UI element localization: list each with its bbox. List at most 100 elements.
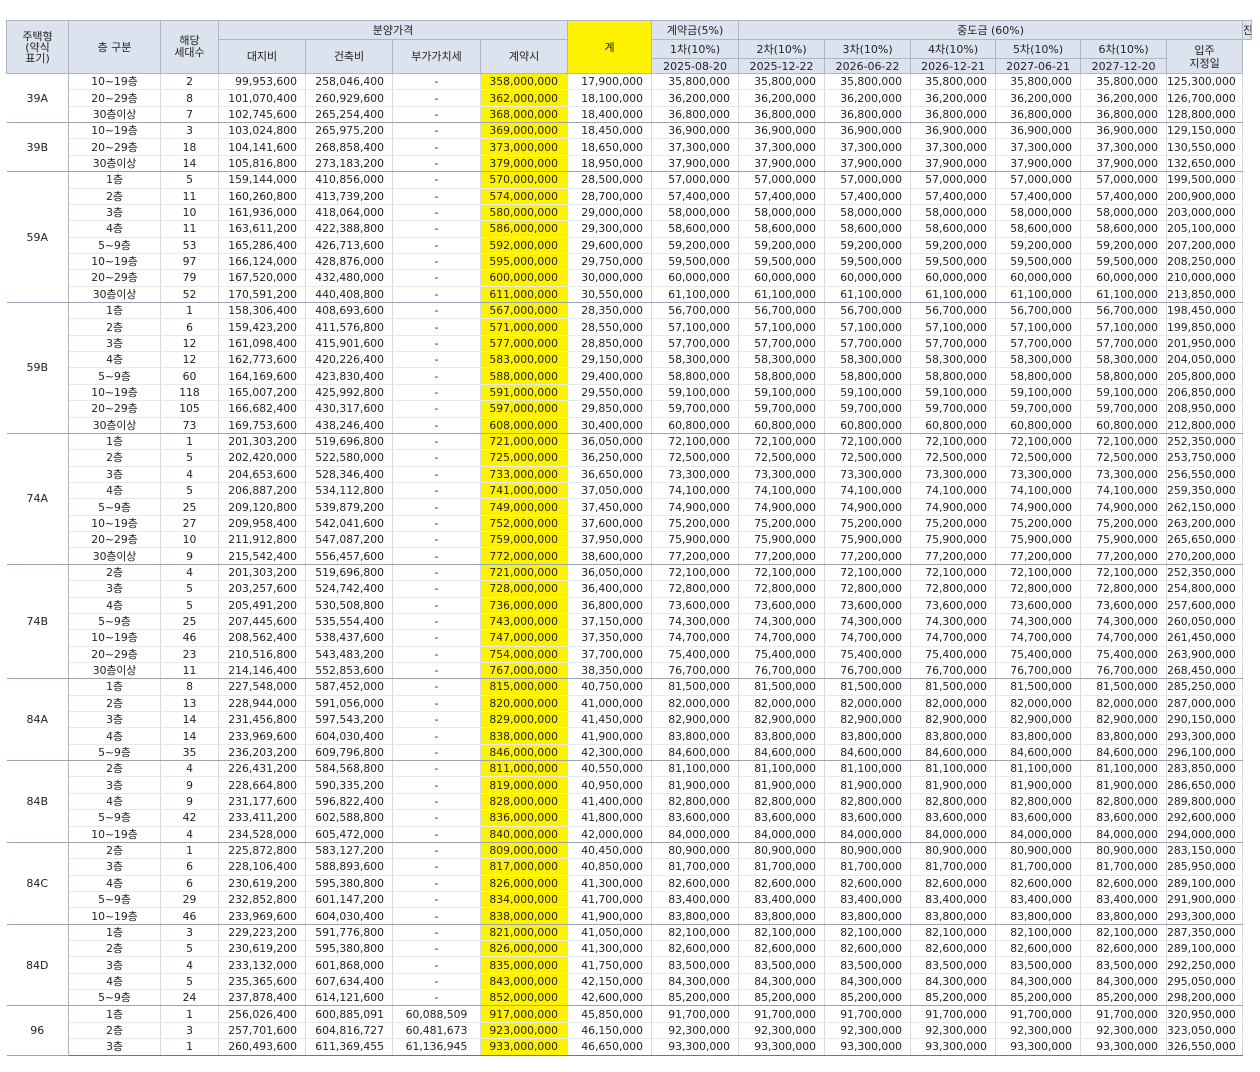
units-cell: 14 xyxy=(160,727,219,745)
vat-cell: - xyxy=(392,629,481,647)
floor-cell: 2층 xyxy=(68,564,161,582)
interim-payment-cell: 58,800,000 xyxy=(995,367,1082,385)
units-cell: 12 xyxy=(160,335,219,353)
land-cost-cell: 210,516,800 xyxy=(218,646,306,663)
table-row: 30층이상 11 214,146,400 552,853,600-767,000,00… xyxy=(7,662,1252,680)
building-cost-cell: 542,041,600 xyxy=(305,515,393,533)
units-cell: 5 xyxy=(160,940,219,958)
interim-payment-cell: 58,300,000 xyxy=(995,351,1082,369)
total-price-cell: 767,000,000 xyxy=(480,662,569,680)
interim-payment-cell: 75,900,000 xyxy=(738,531,826,549)
interim-payment-cell: 82,600,000 xyxy=(1080,940,1168,958)
floor-cell: 20~29층 xyxy=(68,269,161,287)
land-cost-cell: 166,124,000 xyxy=(218,253,306,271)
table-row: 3층 9 228,664,800 590,335,200-819,000,000 40,… xyxy=(7,776,1252,794)
table-row: 2층 5 202,420,000 522,580,000-725,000,000 36,… xyxy=(7,449,1252,467)
land-cost-cell: 162,773,600 xyxy=(218,351,306,369)
interim-payment-cell: 82,100,000 xyxy=(738,924,826,942)
deposit-cell: 17,900,000 xyxy=(567,73,653,91)
interim-payment-cell: 58,600,000 xyxy=(738,220,826,238)
housing-type-cell: 39B xyxy=(6,122,69,173)
interim-payment-cell: 72,500,000 xyxy=(738,449,826,467)
units-cell: 9 xyxy=(160,547,219,565)
interim-payment-cell: 36,800,000 xyxy=(1080,106,1168,124)
interim-payment-cell: 57,400,000 xyxy=(824,188,912,205)
building-cost-cell: 413,739,200 xyxy=(305,188,393,205)
interim-payment-cell: 81,900,000 xyxy=(824,776,912,794)
deposit-cell: 36,400,000 xyxy=(567,580,653,598)
land-cost-cell: 164,169,600 xyxy=(218,367,306,385)
interim-payment-cell: 60,800,000 xyxy=(1080,417,1168,434)
housing-type-cell: 74A xyxy=(6,433,69,565)
header-total: 계 xyxy=(567,20,653,74)
floor-cell: 5~9층 xyxy=(68,498,161,516)
interim-payment-cell: 37,300,000 xyxy=(824,138,912,156)
vat-cell: - xyxy=(392,662,481,680)
vat-cell: - xyxy=(392,122,481,140)
interim-payment-cell: 73,300,000 xyxy=(738,466,826,483)
units-cell: 9 xyxy=(160,793,219,811)
vat-cell: - xyxy=(392,891,481,909)
building-cost-cell: 260,929,600 xyxy=(305,89,393,107)
floor-cell: 3층 xyxy=(68,1038,161,1056)
header-installment-date: 2027-12-20 xyxy=(1080,58,1168,74)
interim-payment-cell: 77,200,000 xyxy=(651,547,740,565)
land-cost-cell: 232,852,800 xyxy=(218,891,306,909)
vat-cell: - xyxy=(392,498,481,516)
land-cost-cell: 207,445,600 xyxy=(218,613,306,631)
land-cost-cell: 229,223,200 xyxy=(218,924,306,942)
interim-payment-cell: 59,500,000 xyxy=(995,253,1082,271)
units-cell: 7 xyxy=(160,106,219,124)
interim-payment-cell: 81,100,000 xyxy=(651,760,740,778)
balance-cell: 128,800,000 xyxy=(1166,106,1244,124)
interim-payment-cell: 82,800,000 xyxy=(651,793,740,811)
land-cost-cell: 160,260,800 xyxy=(218,188,306,205)
table-row: 10~19층 27 209,958,400 542,041,600-752,000,0… xyxy=(7,515,1252,533)
total-price-cell: 721,000,000 xyxy=(480,564,569,582)
table-row: 4층 9 231,177,600 596,822,400-828,000,000 41,… xyxy=(7,793,1252,811)
interim-payment-cell: 76,700,000 xyxy=(651,662,740,680)
interim-payment-cell: 83,600,000 xyxy=(738,809,826,827)
units-cell: 42 xyxy=(160,809,219,827)
interim-payment-cell: 82,600,000 xyxy=(995,940,1082,958)
floor-cell: 4층 xyxy=(68,220,161,238)
building-cost-cell: 426,713,600 xyxy=(305,237,393,254)
floor-cell: 3층 xyxy=(68,858,161,876)
building-cost-cell: 519,696,800 xyxy=(305,564,393,582)
interim-payment-cell: 35,800,000 xyxy=(1080,73,1168,91)
vat-cell: - xyxy=(392,858,481,876)
interim-payment-cell: 61,100,000 xyxy=(824,286,912,304)
building-cost-cell: 535,554,400 xyxy=(305,613,393,631)
vat-cell: - xyxy=(392,318,481,336)
vat-cell: - xyxy=(392,564,481,582)
header-deposit-when: 계약시 xyxy=(479,39,569,74)
total-price-cell: 754,000,000 xyxy=(480,646,569,663)
total-price-cell: 843,000,000 xyxy=(480,973,569,991)
units-cell: 10 xyxy=(160,204,219,222)
interim-payment-cell: 35,800,000 xyxy=(995,73,1082,91)
total-price-cell: 826,000,000 xyxy=(480,875,569,892)
interim-payment-cell: 81,500,000 xyxy=(910,678,997,696)
interim-payment-cell: 57,700,000 xyxy=(651,335,740,353)
interim-payment-cell: 59,700,000 xyxy=(738,400,826,418)
land-cost-cell: 237,878,400 xyxy=(218,989,306,1007)
vat-cell: - xyxy=(392,237,481,254)
table-row: 20~29층 18 104,141,600 268,858,400-373,000,0… xyxy=(7,138,1252,156)
interim-payment-cell: 73,600,000 xyxy=(995,597,1082,614)
land-cost-cell: 101,070,400 xyxy=(218,89,306,107)
land-cost-cell: 158,306,400 xyxy=(218,302,306,320)
land-cost-cell: 231,177,600 xyxy=(218,793,306,811)
total-price-cell: 570,000,000 xyxy=(480,171,569,189)
table-row: 5~9층 29 232,852,800 601,147,200-834,000,000… xyxy=(7,891,1252,909)
total-price-cell: 819,000,000 xyxy=(480,776,569,794)
interim-payment-cell: 81,700,000 xyxy=(1080,858,1168,876)
interim-payment-cell: 58,000,000 xyxy=(1080,204,1168,222)
building-cost-cell: 440,408,800 xyxy=(305,286,393,304)
deposit-cell: 30,550,000 xyxy=(567,286,653,304)
building-cost-cell: 530,508,800 xyxy=(305,597,393,614)
interim-payment-cell: 72,500,000 xyxy=(1080,449,1168,467)
interim-payment-cell: 83,800,000 xyxy=(1080,907,1168,925)
deposit-cell: 29,400,000 xyxy=(567,367,653,385)
vat-cell: - xyxy=(392,907,481,925)
table-row: 10~19층 46 208,562,400 538,437,600-747,000,0… xyxy=(7,629,1252,647)
